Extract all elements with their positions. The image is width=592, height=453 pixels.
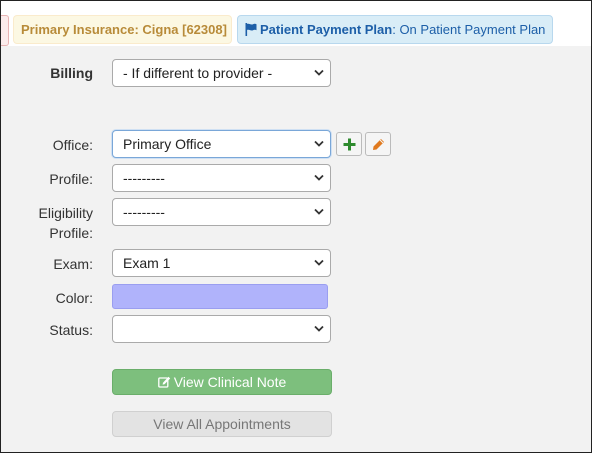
primary-insurance-badge[interactable]: Primary Insurance: Cigna [62308] — [13, 15, 232, 44]
color-picker[interactable] — [112, 284, 328, 309]
plus-icon — [343, 138, 356, 151]
color-label: Color: — [55, 290, 93, 306]
exam-select[interactable]: Exam 1 — [112, 249, 331, 277]
status-label: Status: — [49, 322, 93, 338]
exam-label: Exam: — [53, 256, 93, 272]
view-all-appointments-button[interactable]: View All Appointments — [112, 411, 332, 437]
eligibility-profile-select[interactable]: --------- — [112, 198, 331, 226]
view-clinical-note-label: View Clinical Note — [173, 374, 287, 390]
edit-office-button[interactable] — [365, 132, 391, 156]
pencil-icon — [373, 139, 384, 150]
patient-header: Primary Insurance: Cigna [62308] Patient… — [1, 1, 591, 46]
office-select[interactable]: Primary Office — [112, 130, 331, 158]
payment-plan-value: : On Patient Payment Plan — [392, 22, 546, 37]
office-select-value: Primary Office — [123, 136, 212, 152]
appointment-panel: Primary Insurance: Cigna [62308] Patient… — [0, 0, 592, 453]
profile-select-value: --------- — [123, 170, 165, 186]
billing-label: Billing — [50, 65, 93, 81]
view-clinical-note-button[interactable]: View Clinical Note — [112, 369, 332, 395]
eligibility-select-value: --------- — [123, 204, 165, 220]
profile-label: Profile: — [49, 171, 93, 187]
chevron-down-icon — [314, 174, 324, 181]
payment-plan-label: Patient Payment Plan — [260, 22, 393, 37]
payment-plan-badge[interactable]: Patient Payment Plan: On Patient Payment… — [237, 15, 553, 44]
flag-icon — [245, 23, 257, 36]
chevron-down-icon — [314, 325, 324, 332]
chevron-down-icon — [314, 259, 324, 266]
header-tab-partial[interactable] — [1, 15, 9, 46]
office-label: Office: — [52, 137, 93, 153]
chevron-down-icon — [314, 69, 324, 76]
add-office-button[interactable] — [336, 132, 362, 156]
view-all-appointments-label: View All Appointments — [153, 416, 291, 432]
edit-note-icon — [157, 376, 170, 388]
billing-select[interactable]: - If different to provider - — [112, 59, 331, 87]
chevron-down-icon — [314, 140, 324, 147]
billing-select-value: - If different to provider - — [123, 65, 273, 81]
eligibility-label-line2: Profile: — [49, 225, 93, 241]
profile-select[interactable]: --------- — [112, 164, 331, 192]
exam-select-value: Exam 1 — [123, 255, 171, 271]
status-select[interactable] — [112, 315, 331, 343]
eligibility-label-line1: Eligibility — [38, 205, 93, 221]
chevron-down-icon — [314, 208, 324, 215]
